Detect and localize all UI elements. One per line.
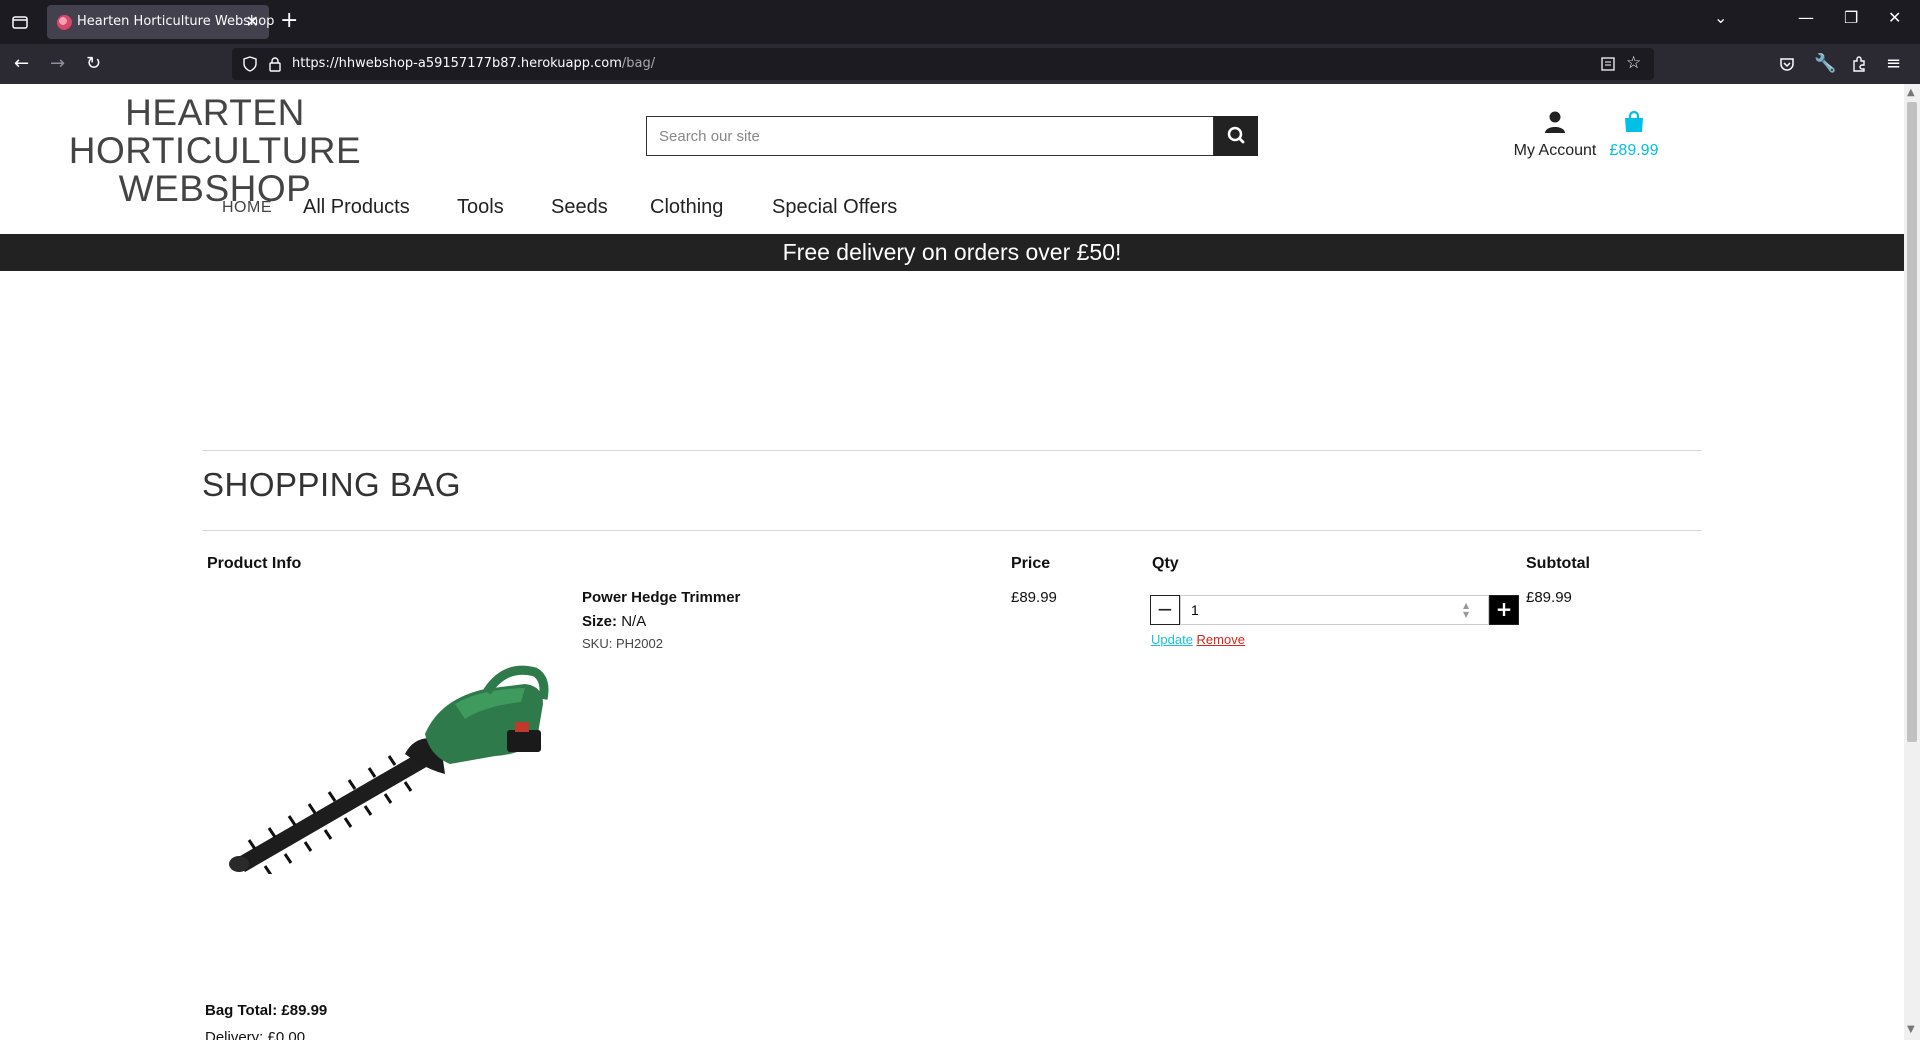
- my-account-label: My Account: [1513, 142, 1597, 159]
- my-account-link[interactable]: My Account: [1510, 110, 1600, 160]
- shopping-bag-link[interactable]: £89.99: [1604, 110, 1664, 160]
- user-icon: [1545, 111, 1565, 133]
- tab-list-icon[interactable]: [10, 12, 30, 32]
- reload-icon[interactable]: ↻: [86, 53, 101, 75]
- quantity-stepper: − ▲▼ +: [1150, 595, 1520, 625]
- row-actions: Update Remove: [1151, 632, 1245, 647]
- webpage: HEARTEN HORTICULTURE WEBSHOP My Account …: [0, 84, 1904, 1040]
- back-icon[interactable]: ←: [14, 53, 29, 75]
- browser-nav-bar: ← → ↻ https://hhwebshop-a59157177b87.her…: [0, 44, 1920, 84]
- minimize-icon[interactable]: —: [1798, 8, 1814, 27]
- divider-bottom: [202, 530, 1702, 531]
- tab-close-icon[interactable]: ✕: [246, 12, 259, 31]
- address-bar[interactable]: https://hhwebshop-a59157177b87.herokuapp…: [232, 48, 1654, 80]
- shield-icon[interactable]: [242, 56, 258, 72]
- reader-view-icon[interactable]: [1600, 56, 1616, 72]
- delivery-banner: Free delivery on orders over £50!: [0, 234, 1904, 271]
- product-price: £89.99: [1011, 589, 1057, 606]
- new-tab-icon[interactable]: +: [280, 8, 298, 34]
- nav-home[interactable]: HOME: [222, 199, 272, 217]
- list-all-tabs-icon[interactable]: ⌄: [1714, 8, 1727, 27]
- wrench-icon[interactable]: 🔧: [1814, 53, 1836, 75]
- browser-tab-active[interactable]: Hearten Horticulture Webshop ✕: [47, 5, 274, 39]
- product-name: Power Hedge Trimmer: [582, 589, 741, 606]
- logo-line-1: HEARTEN HORTICULTURE: [68, 92, 362, 171]
- divider-top: [202, 450, 1702, 451]
- scroll-down-icon[interactable]: ▼: [1907, 1024, 1915, 1035]
- increment-qty-button[interactable]: +: [1489, 595, 1519, 625]
- header-product-info: Product Info: [207, 555, 302, 572]
- quantity-input[interactable]: [1180, 595, 1489, 625]
- size-label: Size:: [582, 613, 618, 630]
- header-qty: Qty: [1152, 555, 1179, 572]
- nav-special-offers[interactable]: Special Offers: [772, 196, 897, 219]
- page-title: SHOPPING BAG: [202, 466, 462, 503]
- nav-seeds[interactable]: Seeds: [551, 196, 608, 219]
- browser-tab-bar: Hearten Horticulture Webshop ✕ + ⌄ — ❐ ✕: [0, 0, 1920, 44]
- close-window-icon[interactable]: ✕: [1888, 8, 1901, 27]
- product-size: Size: N/A: [582, 613, 646, 630]
- header-price: Price: [1011, 555, 1051, 572]
- nav-clothing[interactable]: Clothing: [650, 196, 723, 219]
- bag-total: Bag Total: £89.99: [205, 1002, 328, 1019]
- menu-icon[interactable]: ≡: [1886, 53, 1901, 75]
- remove-link[interactable]: Remove: [1197, 632, 1245, 647]
- search-form: [646, 116, 1258, 156]
- decrement-qty-button[interactable]: −: [1150, 595, 1180, 625]
- search-input[interactable]: [646, 116, 1214, 156]
- scroll-up-icon[interactable]: ▲: [1907, 87, 1915, 98]
- nav-tools[interactable]: Tools: [457, 196, 504, 219]
- product-sku: SKU: PH2002: [582, 636, 663, 651]
- bookmark-star-icon[interactable]: ☆: [1626, 53, 1641, 73]
- site-favicon-icon: [57, 15, 72, 30]
- page-scrollbar[interactable]: ▲ ▼: [1904, 84, 1920, 1040]
- shopping-bag-icon: [1625, 110, 1643, 132]
- search-icon: [1227, 126, 1245, 144]
- lock-icon[interactable]: [268, 56, 282, 72]
- restore-icon[interactable]: ❐: [1844, 8, 1858, 27]
- extensions-icon[interactable]: [1850, 55, 1868, 73]
- pocket-icon[interactable]: [1778, 55, 1796, 73]
- delivery-cost: Delivery: £0.00: [205, 1029, 306, 1040]
- spin-arrows-icon[interactable]: ▲ ▼: [1463, 601, 1469, 619]
- product-subtotal: £89.99: [1526, 589, 1572, 606]
- forward-icon[interactable]: →: [50, 53, 65, 75]
- product-image: [229, 665, 549, 874]
- nav-all-products[interactable]: All Products: [303, 196, 410, 219]
- update-link[interactable]: Update: [1151, 632, 1193, 647]
- bag-total-header: £89.99: [1609, 142, 1659, 159]
- site-logo[interactable]: HEARTEN HORTICULTURE WEBSHOP: [10, 94, 420, 208]
- size-value: N/A: [621, 613, 647, 630]
- url-text[interactable]: https://hhwebshop-a59157177b87.herokuapp…: [292, 56, 655, 71]
- search-button[interactable]: [1214, 116, 1258, 156]
- header-subtotal: Subtotal: [1526, 555, 1590, 572]
- scrollbar-thumb[interactable]: [1907, 102, 1917, 742]
